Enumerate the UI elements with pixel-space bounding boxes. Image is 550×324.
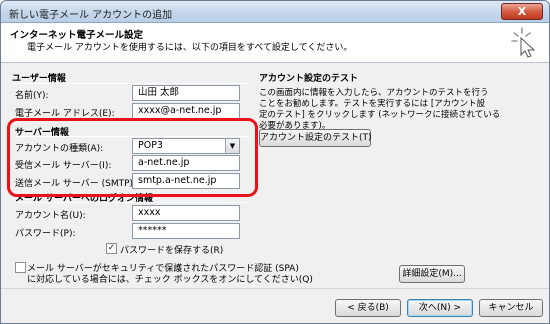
test-description-line: 定のテスト] をクリックします (ネットワークに接続されている — [259, 110, 501, 120]
save-password-label: パスワードを保存する(R) — [120, 246, 224, 256]
name-label: 名前(Y): — [15, 91, 49, 101]
back-button[interactable]: < 戻る(B) — [335, 299, 401, 317]
spa-checkbox[interactable] — [15, 262, 26, 273]
window-title: 新しい電子メール アカウントの追加 — [9, 10, 173, 21]
name-field[interactable]: 山田 太郎 — [132, 85, 240, 101]
next-button[interactable]: 次へ(N) > — [407, 299, 473, 317]
title-bar[interactable]: 新しい電子メール アカウントの追加 X — [1, 1, 549, 23]
close-button[interactable]: X — [501, 3, 543, 20]
spa-label-line2: に対応している場合には、チェック ボックスをオンにしてください(Q) — [27, 275, 313, 285]
test-description: この画面内に情報を入力したら、アカウントのテストを行う ことをお勧めします。テス… — [259, 88, 500, 132]
account-name-label: アカウント名(U): — [15, 211, 86, 221]
password-label: パスワード(P): — [15, 229, 76, 239]
account-name-field[interactable]: xxxx — [132, 205, 240, 221]
footer-separator — [1, 288, 549, 289]
save-password-checkbox[interactable]: ✓ — [106, 243, 117, 254]
email-field[interactable]: xxxx@a-net.ne.jp — [132, 103, 240, 119]
wizard-header: インターネット電子メール設定 電子メール アカウントを使用するには、以下の項目を… — [1, 23, 549, 63]
password-field[interactable]: ****** — [132, 223, 240, 239]
highlight-box — [7, 118, 258, 197]
test-account-button[interactable]: アカウント設定のテスト(T) — [259, 129, 372, 147]
test-section-title: アカウント設定のテスト — [259, 74, 359, 84]
advanced-settings-button[interactable]: 詳細設定(M)... — [399, 265, 465, 283]
separator — [15, 202, 249, 203]
add-account-dialog: 新しい電子メール アカウントの追加 X インターネット電子メール設定 電子メール… — [0, 0, 550, 324]
cancel-button[interactable]: キャンセル — [479, 299, 543, 317]
test-description-line: この画面内に情報を入力したら、アカウントのテストを行う — [259, 88, 489, 98]
separator — [12, 83, 249, 84]
header-title: インターネット電子メール設定 — [10, 30, 144, 41]
header-subtitle: 電子メール アカウントを使用するには、以下の項目をすべて設定してください。 — [27, 43, 353, 53]
cursor-click-icon — [511, 27, 536, 58]
test-description-line: ことをお勧めします。テストを実行するには [アカウント設 — [259, 99, 486, 109]
